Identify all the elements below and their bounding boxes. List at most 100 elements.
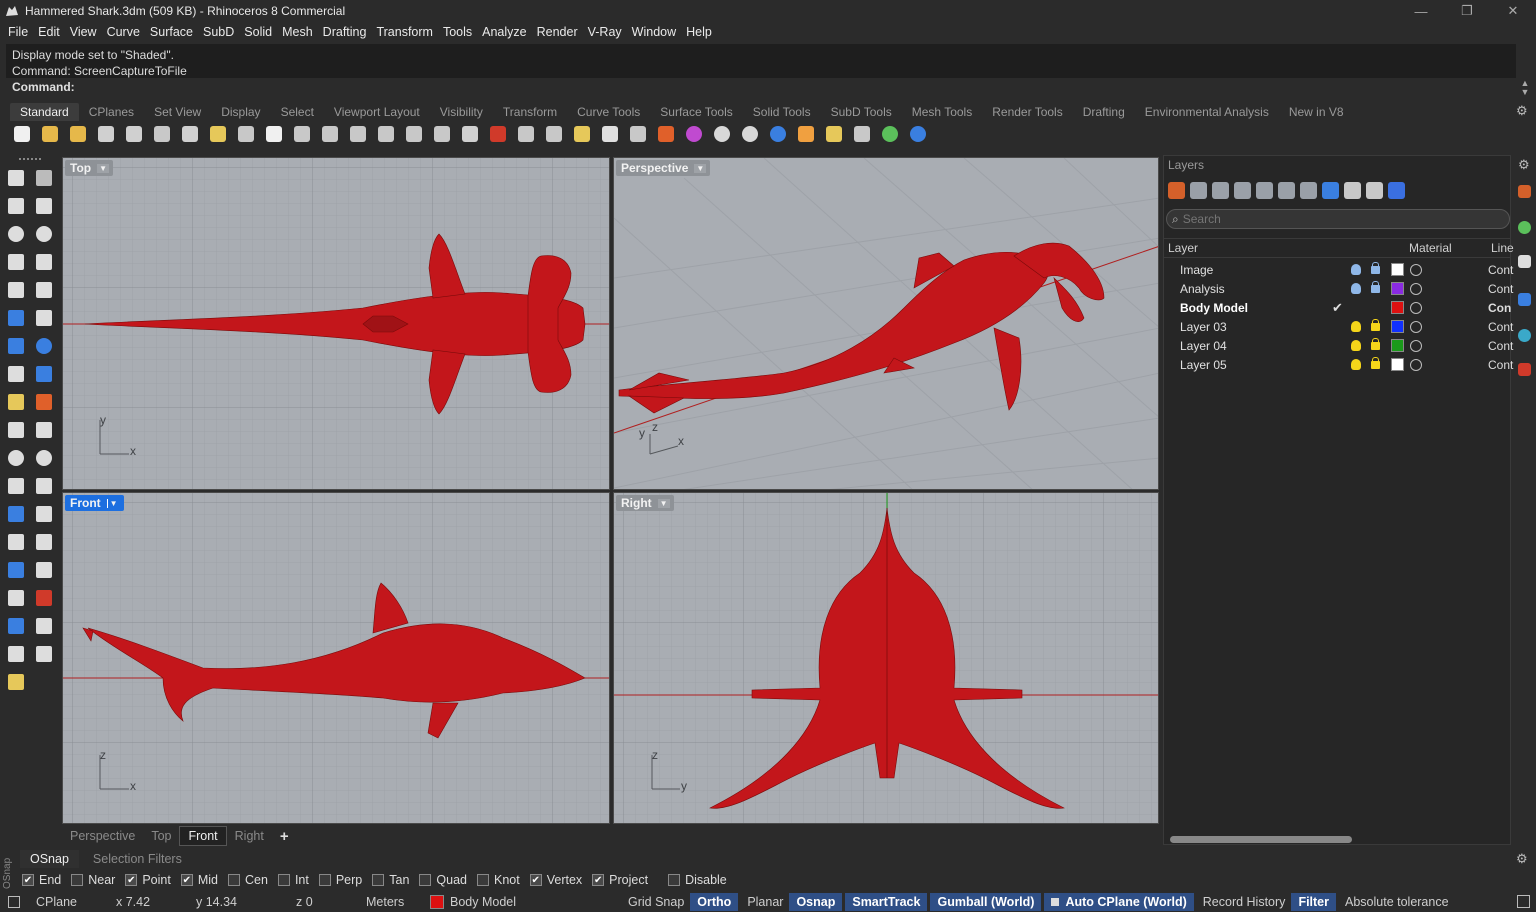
horizontal-scrollbar[interactable] xyxy=(1170,836,1352,843)
linetype-cell[interactable]: Con xyxy=(1488,301,1511,315)
grid-sphere-icon[interactable] xyxy=(738,122,762,146)
duplicate-icon[interactable] xyxy=(1234,182,1251,199)
layer-row[interactable]: Layer 03 Cont xyxy=(1164,317,1513,336)
gumball-toggle[interactable]: Gumball (World) xyxy=(930,892,1042,911)
zoom-icon[interactable] xyxy=(318,122,342,146)
toolbar-tab-mesh-tools[interactable]: Mesh Tools xyxy=(902,103,982,121)
car-icon[interactable] xyxy=(486,122,510,146)
viewport-top[interactable]: Top ▼ y x xyxy=(62,157,610,490)
checkbox[interactable] xyxy=(419,874,432,886)
column-material[interactable]: Material xyxy=(1409,241,1452,255)
menu-icon[interactable] xyxy=(1366,182,1383,199)
rotate-icon[interactable] xyxy=(430,122,454,146)
lock-icon[interactable] xyxy=(1371,357,1380,369)
toolbar-tab-visibility[interactable]: Visibility xyxy=(430,103,493,121)
layer-row[interactable]: Layer 05 Cont xyxy=(1164,355,1513,374)
surface-icon[interactable] xyxy=(5,307,27,329)
properties-tab-icon[interactable] xyxy=(1518,255,1531,268)
toolbar-tab-standard[interactable]: Standard xyxy=(10,103,79,121)
new-sublayer-icon[interactable] xyxy=(1190,182,1207,199)
linetype-cell[interactable]: Cont xyxy=(1488,339,1513,353)
join-icon[interactable] xyxy=(33,419,55,441)
open-icon[interactable] xyxy=(38,122,62,146)
chevron-down-icon[interactable]: ▼ xyxy=(657,498,670,508)
array-icon[interactable] xyxy=(5,531,27,553)
restore-button[interactable]: ❐ xyxy=(1444,0,1490,22)
current-layer-check-icon[interactable]: ✔ xyxy=(1332,300,1343,316)
move-to-parent-icon[interactable] xyxy=(1300,182,1317,199)
lightbulb-icon[interactable] xyxy=(1351,359,1361,370)
help-icon[interactable] xyxy=(906,122,930,146)
checkbox[interactable]: ✔ xyxy=(529,874,542,886)
layer-row[interactable]: Image Cont xyxy=(1164,260,1513,279)
smarttrack-toggle[interactable]: SmartTrack xyxy=(845,892,928,911)
toolbar-tab-drafting[interactable]: Drafting xyxy=(1073,103,1135,121)
environment-icon[interactable] xyxy=(878,122,902,146)
four-views-icon[interactable] xyxy=(458,122,482,146)
help-tab-icon[interactable] xyxy=(1518,293,1531,306)
gear-icon[interactable]: ⚙ xyxy=(1516,103,1530,118)
menu-help[interactable]: Help xyxy=(681,25,717,39)
menu-solid[interactable]: Solid xyxy=(239,25,277,39)
filter-icon[interactable] xyxy=(1322,182,1339,199)
material-circle-icon[interactable] xyxy=(1410,301,1422,314)
vp-tab-right[interactable]: Right xyxy=(227,827,272,845)
layer-color-swatch[interactable] xyxy=(1391,339,1404,352)
polyline-icon[interactable] xyxy=(5,195,27,217)
grid-points-icon[interactable] xyxy=(5,587,27,609)
viewport-front[interactable]: Front ▼ z x xyxy=(62,492,610,824)
layer-row[interactable]: Analysis Cont xyxy=(1164,279,1513,298)
checkbox[interactable] xyxy=(372,874,385,886)
toolbar-tab-set-view[interactable]: Set View xyxy=(144,103,211,121)
toolbar-tab-render-tools[interactable]: Render Tools xyxy=(982,103,1073,121)
split-icon[interactable] xyxy=(5,419,27,441)
vp-tab-perspective[interactable]: Perspective xyxy=(62,827,143,845)
zoom-extents-icon[interactable] xyxy=(374,122,398,146)
layer-color-swatch[interactable] xyxy=(1391,263,1404,276)
viewport-right[interactable]: Right ▼ z y xyxy=(613,492,1159,824)
lock-icon[interactable] xyxy=(1371,281,1380,293)
checkbox[interactable]: ✔ xyxy=(180,874,193,886)
box-edit-icon[interactable] xyxy=(5,559,27,581)
sphere-icon[interactable] xyxy=(33,335,55,357)
chevron-down-icon[interactable]: ▼ xyxy=(106,498,120,508)
new-layer-icon[interactable] xyxy=(1168,182,1185,199)
toolbar-tab-environmental-analysis[interactable]: Environmental Analysis xyxy=(1135,103,1279,121)
scale-icon[interactable] xyxy=(33,503,55,525)
paste-icon[interactable] xyxy=(206,122,230,146)
material-icon[interactable] xyxy=(794,122,818,146)
dims-icon[interactable] xyxy=(33,559,55,581)
control-points-icon[interactable] xyxy=(33,587,55,609)
help-icon[interactable] xyxy=(1388,182,1405,199)
toolbar-tab-cplanes[interactable]: CPlanes xyxy=(79,103,144,121)
menu-file[interactable]: File xyxy=(3,25,33,39)
checkbox[interactable] xyxy=(318,874,331,886)
grid-snap-toggle[interactable]: Grid Snap xyxy=(622,893,690,911)
panel-toggle-icon[interactable] xyxy=(8,895,20,908)
search-input[interactable] xyxy=(1182,212,1483,226)
fillet-icon[interactable] xyxy=(33,279,55,301)
toolbar-tab-viewport-layout[interactable]: Viewport Layout xyxy=(324,103,430,121)
tolerance-readout[interactable]: Absolute tolerance xyxy=(1339,893,1455,911)
minimize-button[interactable]: — xyxy=(1398,0,1444,22)
osnap-project[interactable]: ✔ Project xyxy=(592,873,648,887)
menu-mesh[interactable]: Mesh xyxy=(277,25,318,39)
ellipse-icon[interactable] xyxy=(33,223,55,245)
layer-icon[interactable] xyxy=(654,122,678,146)
layers-tab-icon[interactable] xyxy=(1518,185,1531,198)
osnap-disable[interactable]: Disable xyxy=(668,873,727,887)
zoom-window-icon[interactable] xyxy=(346,122,370,146)
dimension-icon[interactable] xyxy=(850,122,874,146)
toolbar-tab-subd-tools[interactable]: SubD Tools xyxy=(821,103,902,121)
toolbar-tab-select[interactable]: Select xyxy=(271,103,324,121)
save-icon[interactable] xyxy=(66,122,90,146)
import-icon[interactable] xyxy=(122,122,146,146)
osnap-end[interactable]: ✔ End xyxy=(22,873,61,887)
layer-color-swatch[interactable] xyxy=(1391,358,1404,371)
gear-icon[interactable]: ⚙ xyxy=(1518,157,1530,173)
gear-icon[interactable]: ⚙ xyxy=(1516,851,1528,867)
chevron-down-icon[interactable]: ▼ xyxy=(694,163,707,173)
menu-vray[interactable]: V-Ray xyxy=(583,25,627,39)
current-layer[interactable]: Body Model xyxy=(430,894,622,909)
menu-subd[interactable]: SubD xyxy=(198,25,239,39)
